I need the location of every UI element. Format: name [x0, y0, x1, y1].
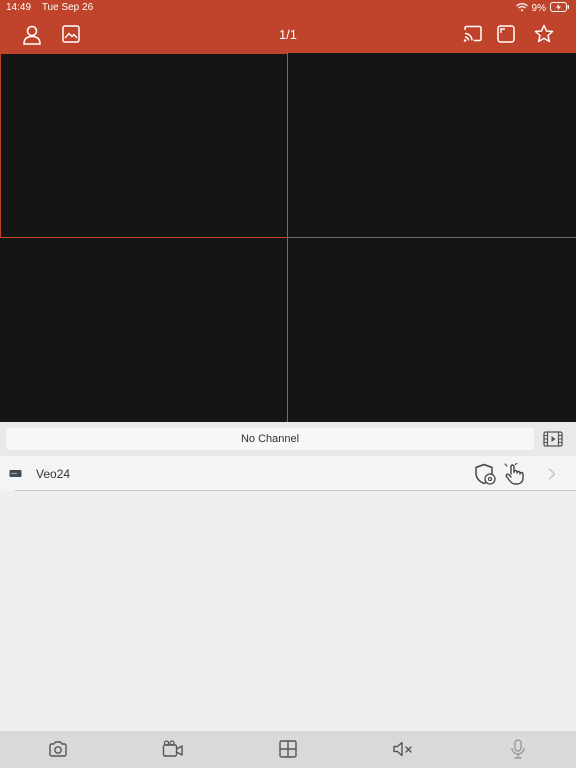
camera-icon[interactable] [46, 738, 70, 760]
top-bar: 14:49 Tue Sep 26 9% 1/1 [0, 0, 576, 53]
grid-divider-horizontal [288, 237, 576, 238]
status-date: Tue Sep 26 [41, 2, 94, 13]
bottom-toolbar [0, 731, 576, 768]
shield-settings-icon[interactable] [473, 463, 497, 485]
channel-field[interactable]: No Channel [6, 428, 534, 450]
channel-bar: No Channel [0, 422, 576, 456]
battery-charging-icon [550, 2, 570, 15]
status-time: 14:49 [6, 2, 32, 13]
status-bar-left: 14:49 Tue Sep 26 [6, 2, 93, 13]
star-icon[interactable] [533, 23, 555, 45]
row-separator [15, 490, 576, 491]
video-cell-3[interactable] [0, 238, 287, 422]
wifi-icon [515, 2, 528, 15]
device-icon [9, 469, 22, 478]
page-indicator: 1/1 [278, 27, 298, 42]
video-cell-2[interactable] [288, 53, 576, 237]
fullscreen-icon[interactable] [495, 23, 517, 45]
video-cell-4[interactable] [288, 238, 576, 422]
microphone-icon[interactable] [507, 737, 529, 761]
ptz-hand-icon[interactable] [502, 462, 526, 486]
video-cell-1[interactable] [0, 53, 288, 238]
status-bar-right: 9% [515, 2, 570, 15]
video-grid [0, 53, 576, 422]
mute-icon[interactable] [391, 738, 415, 760]
chevron-right-icon[interactable] [546, 467, 558, 481]
device-name: Veo24 [36, 467, 71, 481]
cast-icon[interactable] [462, 23, 484, 45]
device-row[interactable]: Veo24 [0, 456, 576, 491]
grid-layout-icon[interactable] [277, 738, 299, 760]
playback-film-icon[interactable] [543, 429, 563, 449]
record-icon[interactable] [161, 738, 185, 760]
battery-percent: 9% [531, 3, 546, 14]
